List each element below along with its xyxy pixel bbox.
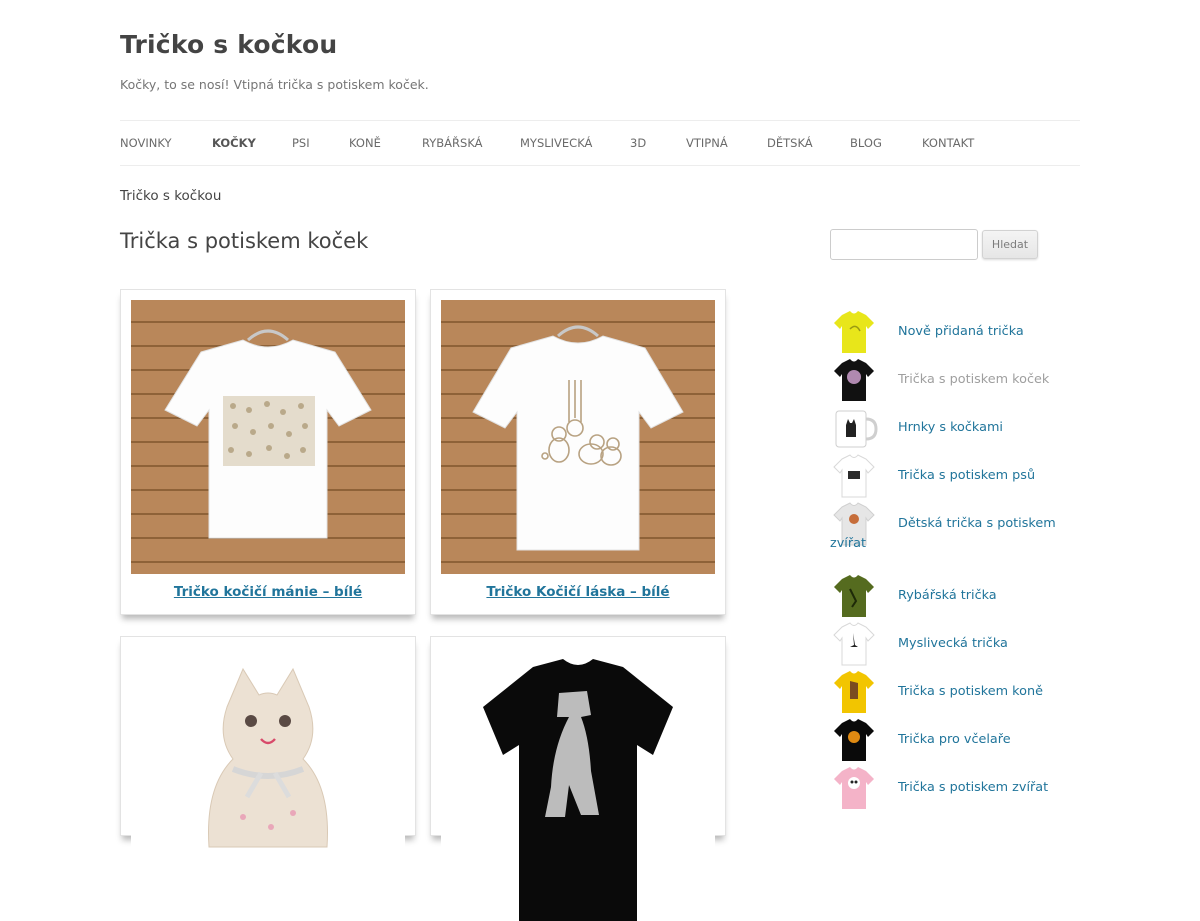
category-label[interactable]: Hrnky s kočkami xyxy=(898,420,1003,435)
category-link-nove[interactable]: Nově přidaná trička xyxy=(830,307,1070,357)
category-link-vcelari[interactable]: Trička pro včelaře xyxy=(830,715,1070,765)
product-image[interactable] xyxy=(131,300,405,574)
search-input[interactable] xyxy=(830,229,978,260)
category-link-myslivecka[interactable]: Myslivecká trička xyxy=(830,619,1070,669)
olive-tshirt-icon xyxy=(834,575,874,617)
category-label[interactable]: Trička s potiskem psů xyxy=(898,468,1035,483)
nav-item-myslivecka[interactable]: Myslivecká xyxy=(520,136,592,150)
category-link-rybarska[interactable]: Rybářská trička xyxy=(830,571,1070,621)
nav-item-novinky[interactable]: Novinky xyxy=(120,136,171,150)
black-tshirt-icon xyxy=(834,359,874,401)
category-label[interactable]: Myslivecká trička xyxy=(898,636,1008,651)
category-label[interactable]: Trička s potiskem zvířat xyxy=(898,780,1048,795)
category-link-detska[interactable]: Dětská trička s potiskem zvířat xyxy=(830,499,1070,569)
nav-item-blog[interactable]: Blog xyxy=(850,136,882,150)
product-card[interactable] xyxy=(430,636,726,921)
mug-icon xyxy=(835,410,878,448)
category-label[interactable]: Trička s potiskem koně xyxy=(898,684,1043,699)
search-button[interactable]: Hledat xyxy=(982,230,1038,259)
site-title[interactable]: Tričko s kočkou xyxy=(120,30,337,59)
pink-tshirt-icon xyxy=(834,767,874,809)
product-title-link[interactable]: Tričko kočičí mánie – bílé xyxy=(121,584,415,600)
yellow-tshirt-icon xyxy=(834,311,874,353)
product-card[interactable] xyxy=(120,636,416,921)
product-title-link[interactable]: Tričko Kočičí láska – bílé xyxy=(431,584,725,600)
nav-item-kone[interactable]: Koně xyxy=(349,136,381,150)
main-navigation: Novinky Kočky Psi Koně Rybářská Myslivec… xyxy=(120,120,1080,166)
category-label[interactable]: Rybářská trička xyxy=(898,588,997,603)
product-image[interactable] xyxy=(131,647,405,921)
product-card[interactable]: Tričko Kočičí láska – bílé xyxy=(430,289,726,615)
nav-item-kocky[interactable]: Kočky xyxy=(212,136,256,150)
product-card[interactable]: Tričko kočičí mánie – bílé xyxy=(120,289,416,615)
nav-item-rybarska[interactable]: Rybářská xyxy=(422,136,483,150)
category-link-hrnky[interactable]: Hrnky s kočkami xyxy=(830,403,1070,453)
white-tshirt-icon xyxy=(833,622,875,666)
black-tshirt-icon xyxy=(834,719,874,761)
nav-item-3d[interactable]: 3D xyxy=(630,136,646,150)
yellow-tshirt-icon xyxy=(834,671,874,713)
category-link-psi[interactable]: Trička s potiskem psů xyxy=(830,451,1070,501)
category-label[interactable]: Trička s potiskem koček xyxy=(898,372,1049,387)
category-label[interactable]: Dětská trička s potiskem xyxy=(898,516,1056,531)
nav-item-kontakt[interactable]: Kontakt xyxy=(922,136,974,150)
white-tshirt-icon xyxy=(833,454,875,498)
product-image[interactable] xyxy=(441,647,715,921)
category-link-zvirata[interactable]: Trička s potiskem zvířat xyxy=(830,763,1070,813)
category-link-kocky[interactable]: Trička s potiskem koček xyxy=(830,355,1070,405)
breadcrumb: Tričko s kočkou xyxy=(120,188,222,204)
nav-item-psi[interactable]: Psi xyxy=(292,136,310,150)
category-label-continued[interactable]: zvířat xyxy=(830,536,866,551)
category-link-kone[interactable]: Trička s potiskem koně xyxy=(830,667,1070,717)
site-description: Kočky, to se nosí! Vtipná trička s potis… xyxy=(120,77,429,92)
nav-item-detska[interactable]: Dětská xyxy=(767,136,813,150)
category-label[interactable]: Nově přidaná trička xyxy=(898,324,1024,339)
category-label[interactable]: Trička pro včelaře xyxy=(898,732,1011,747)
nav-item-vtipna[interactable]: Vtipná xyxy=(686,136,728,150)
page-title: Trička s potiskem koček xyxy=(120,229,369,253)
product-image[interactable] xyxy=(441,300,715,574)
